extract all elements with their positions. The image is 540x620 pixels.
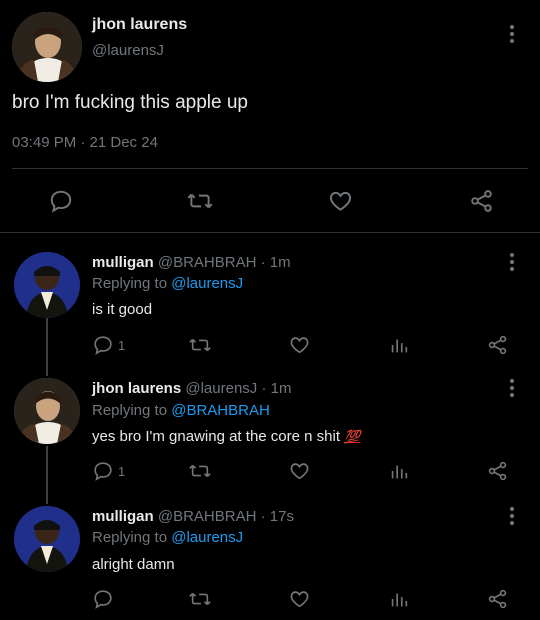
author-handle[interactable]: @laurensJ	[92, 42, 164, 59]
replying-to: Replying to @laurensJ	[92, 529, 243, 546]
reply-time: · 1m	[261, 380, 292, 397]
reply-count: 1	[118, 337, 126, 353]
reply-icon[interactable]: 1	[92, 334, 125, 356]
divider	[12, 168, 528, 169]
reply-header: mulligan @BRAHBRAH · 1m	[92, 254, 291, 271]
reply-text-body: yes bro I'm gnawing at the core n shit	[92, 428, 345, 445]
more-options-icon[interactable]	[502, 22, 522, 46]
avatar[interactable]	[14, 252, 80, 318]
author-name[interactable]: mulligan	[92, 254, 154, 271]
avatar[interactable]	[14, 378, 80, 444]
retweet-icon[interactable]	[188, 460, 212, 482]
divider	[0, 232, 540, 233]
reply-icon[interactable]	[92, 588, 118, 610]
share-icon[interactable]	[486, 460, 509, 482]
mention-link[interactable]: @BRAHBRAH	[171, 402, 270, 419]
reply-time: · 17s	[260, 508, 294, 525]
reply-icon[interactable]: 1	[92, 460, 125, 482]
replying-to-label: Replying to	[92, 529, 172, 546]
tweet-action-bar	[0, 178, 540, 222]
analytics-icon[interactable]	[388, 588, 410, 610]
reply-text: is it good	[92, 301, 153, 318]
reply-header: jhon laurens @laurensJ · 1m	[92, 380, 291, 397]
replying-to: Replying to @BRAHBRAH	[92, 402, 270, 419]
more-options-icon[interactable]	[502, 376, 522, 400]
author-name[interactable]: jhon laurens	[92, 380, 181, 397]
author-handle[interactable]: @laurensJ	[185, 380, 257, 397]
more-options-icon[interactable]	[502, 504, 522, 528]
replying-to-label: Replying to	[92, 402, 172, 419]
retweet-icon[interactable]	[188, 334, 212, 356]
reply-action-bar: 1	[0, 332, 540, 362]
share-icon[interactable]	[486, 334, 509, 356]
avatar[interactable]	[12, 12, 82, 82]
retweet-icon[interactable]	[188, 588, 212, 610]
replying-to: Replying to @laurensJ	[92, 275, 243, 292]
mention-link[interactable]: @laurensJ	[171, 275, 243, 292]
retweet-icon[interactable]	[186, 188, 214, 214]
reply-header: mulligan @BRAHBRAH · 17s	[92, 508, 294, 525]
reply-count: 1	[118, 463, 126, 479]
hundred-points-emoji: 💯	[344, 429, 361, 444]
author-name[interactable]: jhon laurens	[92, 16, 187, 34]
avatar[interactable]	[14, 506, 80, 572]
like-icon[interactable]	[288, 588, 311, 610]
author-name[interactable]: mulligan	[92, 508, 154, 525]
like-icon[interactable]	[288, 460, 311, 482]
tweet-timestamp[interactable]: 03:49 PM · 21 Dec 24	[12, 134, 158, 151]
replying-to-label: Replying to	[92, 275, 172, 292]
mention-link[interactable]: @laurensJ	[171, 529, 243, 546]
share-icon[interactable]	[468, 188, 495, 214]
reply-action-bar	[0, 588, 540, 618]
reply-text: yes bro I'm gnawing at the core n shit 💯	[92, 428, 360, 445]
reply-action-bar: 1	[0, 458, 540, 488]
reply-text: alright damn	[92, 556, 175, 573]
like-icon[interactable]	[288, 334, 311, 356]
analytics-icon[interactable]	[388, 460, 410, 482]
author-handle[interactable]: @BRAHBRAH	[158, 254, 257, 271]
reply-icon[interactable]	[48, 188, 74, 214]
more-options-icon[interactable]	[502, 250, 522, 274]
tweet-text: bro I'm fucking this apple up	[12, 92, 248, 113]
reply-time: · 1m	[260, 254, 291, 271]
like-icon[interactable]	[327, 188, 354, 214]
author-handle[interactable]: @BRAHBRAH	[158, 508, 257, 525]
share-icon[interactable]	[486, 588, 509, 610]
analytics-icon[interactable]	[388, 334, 410, 356]
